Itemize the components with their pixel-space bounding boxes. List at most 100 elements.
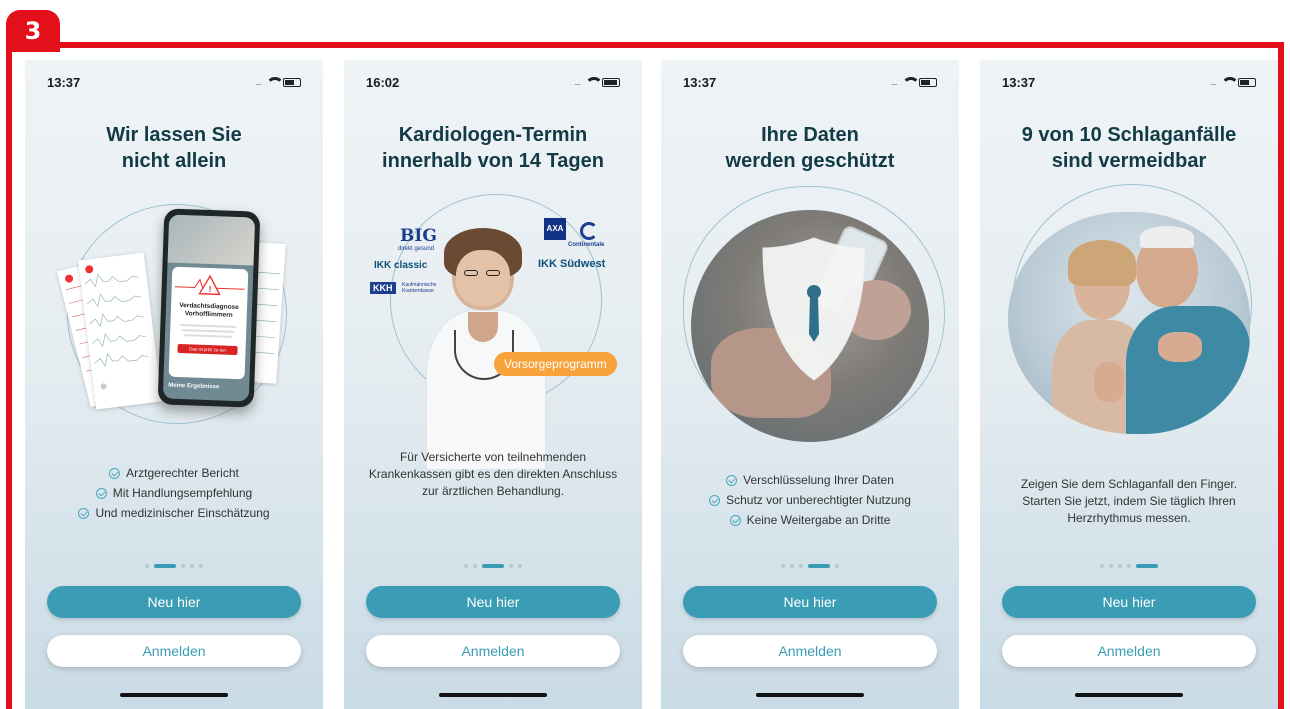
page-dot[interactable] (1109, 564, 1113, 568)
check-circle-icon (78, 507, 90, 519)
prevention-program-badge: Vorsorgeprogramm (494, 352, 617, 376)
list-item: Mit Handlungsempfehlung (25, 483, 323, 503)
page-indicator[interactable] (25, 564, 323, 568)
feature-list: Verschlüsselung Ihrer Daten Schutz vor u… (661, 470, 959, 530)
status-time: 13:37 (1002, 74, 1036, 90)
list-item: Keine Weitergabe an Dritte (661, 510, 959, 530)
glasses-icon (464, 270, 478, 276)
home-indicator[interactable] (1075, 693, 1183, 697)
page-dot[interactable] (473, 564, 477, 568)
status-bar: 13:37 .... (47, 74, 301, 90)
illustration-phone-report: ! Verdachtsdiagnose Vorhofflimmern Das i… (25, 190, 323, 500)
check-circle-icon (729, 514, 741, 526)
warning-icon: ! (174, 274, 245, 296)
wifi-icon (1220, 76, 1234, 88)
list-item: Und medizinischer Einschätzung (25, 503, 323, 523)
wifi-icon (265, 76, 279, 88)
page-dot[interactable] (190, 564, 194, 568)
ikk-classic-logo: IKK classic (374, 260, 428, 271)
home-indicator[interactable] (120, 693, 228, 697)
page-dot[interactable] (1118, 564, 1122, 568)
battery-icon (1238, 77, 1256, 87)
illustration-senior-couple (980, 184, 1278, 500)
login-button[interactable]: Anmelden (366, 635, 620, 667)
status-time: 13:37 (47, 74, 81, 90)
home-indicator[interactable] (439, 693, 547, 697)
status-bar: 13:37 .... (1002, 74, 1256, 90)
page-dot[interactable] (799, 564, 803, 568)
page-dot[interactable] (199, 564, 203, 568)
signal-icon: .... (254, 77, 262, 87)
ikk-suedwest-logo: IKK Südwest (538, 258, 606, 270)
page-dot-active[interactable] (1136, 564, 1158, 568)
page-dot[interactable] (790, 564, 794, 568)
new-here-button[interactable]: Neu hier (47, 586, 301, 618)
continentale-logo: Continentale (568, 242, 605, 248)
status-time: 16:02 (366, 74, 400, 90)
diagnosis-card: ! Verdachtsdiagnose Vorhofflimmern Das i… (168, 266, 249, 380)
signal-icon: .... (890, 77, 898, 87)
home-indicator[interactable] (756, 693, 864, 697)
page-dot[interactable] (145, 564, 149, 568)
list-item: Schutz vor unberechtigter Nutzung (661, 490, 959, 510)
phone-screen-2: 16:02 .... Kardiologen-Termin innerhalb … (344, 60, 642, 709)
page-dot[interactable] (1100, 564, 1104, 568)
page-dot-active[interactable] (154, 564, 176, 568)
screen-title: 9 von 10 Schlaganfälle sind vermeidbar (1021, 124, 1237, 172)
page-dot-active[interactable] (482, 564, 504, 568)
doctor-photo (167, 214, 256, 266)
list-item: Arztgerechter Bericht (25, 463, 323, 483)
battery-icon (919, 77, 937, 87)
status-time: 13:37 (683, 74, 717, 90)
senior-couple-photo (1008, 212, 1250, 434)
page-dot[interactable] (1127, 564, 1131, 568)
shield-lock-icon (762, 237, 866, 381)
illustration-data-shield (661, 186, 959, 500)
phone-screen-3: 13:37 .... Ihre Daten werden geschützt V… (661, 60, 959, 709)
hand-gesture (1158, 332, 1202, 362)
check-circle-icon (109, 467, 121, 479)
page-indicator[interactable] (661, 564, 959, 568)
info-text: Zeigen Sie dem Schlaganfall den Finger. … (1020, 477, 1238, 525)
check-circle-icon (709, 494, 721, 506)
onboarding-collage: 3 13:37 .... Wir lassen Sie nicht allein (0, 0, 1290, 709)
new-here-button[interactable]: Neu hier (683, 586, 937, 618)
signal-icon: .... (573, 77, 581, 87)
phone-screen-4: 13:37 .... 9 von 10 Schlaganfälle sind v… (980, 60, 1278, 709)
screen-title: Ihre Daten werden geschützt (725, 124, 895, 172)
page-indicator[interactable] (980, 564, 1278, 568)
login-button[interactable]: Anmelden (683, 635, 937, 667)
battery-icon (283, 77, 301, 87)
page-dot-active[interactable] (808, 564, 830, 568)
kkh-logo: KKH (370, 282, 396, 294)
page-indicator[interactable] (344, 564, 642, 568)
big-logo: BIG (400, 226, 437, 246)
login-button[interactable]: Anmelden (1002, 635, 1256, 667)
svg-text:!: ! (208, 284, 211, 294)
wifi-icon (901, 76, 915, 88)
page-dot[interactable] (509, 564, 513, 568)
status-bar: 16:02 .... (366, 74, 620, 90)
new-here-button[interactable]: Neu hier (366, 586, 620, 618)
signal-icon: .... (1209, 77, 1217, 87)
screen-title: Kardiologen-Termin innerhalb von 14 Tage… (382, 124, 604, 172)
page-dot[interactable] (181, 564, 185, 568)
info-text: Für Versicherte von teilnehmenden Kranke… (368, 450, 618, 498)
phone-screen-1: 13:37 .... Wir lassen Sie nicht allein !… (25, 60, 323, 709)
axa-logo: AXA (544, 218, 566, 240)
check-circle-icon (726, 474, 738, 486)
battery-icon (602, 77, 620, 87)
login-button[interactable]: Anmelden (47, 635, 301, 667)
screen-title: Wir lassen Sie nicht allein (106, 124, 242, 172)
new-here-button[interactable]: Neu hier (1002, 586, 1256, 618)
page-dot[interactable] (464, 564, 468, 568)
woman-hair (1068, 240, 1136, 286)
feature-list: Arztgerechter Bericht Mit Handlungsempfe… (25, 463, 323, 523)
check-circle-icon (95, 487, 107, 499)
man-shirt (1126, 306, 1250, 434)
status-bar: 13:37 .... (683, 74, 937, 90)
page-dot[interactable] (518, 564, 522, 568)
man-hair (1140, 226, 1194, 248)
page-dot[interactable] (781, 564, 785, 568)
page-dot[interactable] (835, 564, 839, 568)
